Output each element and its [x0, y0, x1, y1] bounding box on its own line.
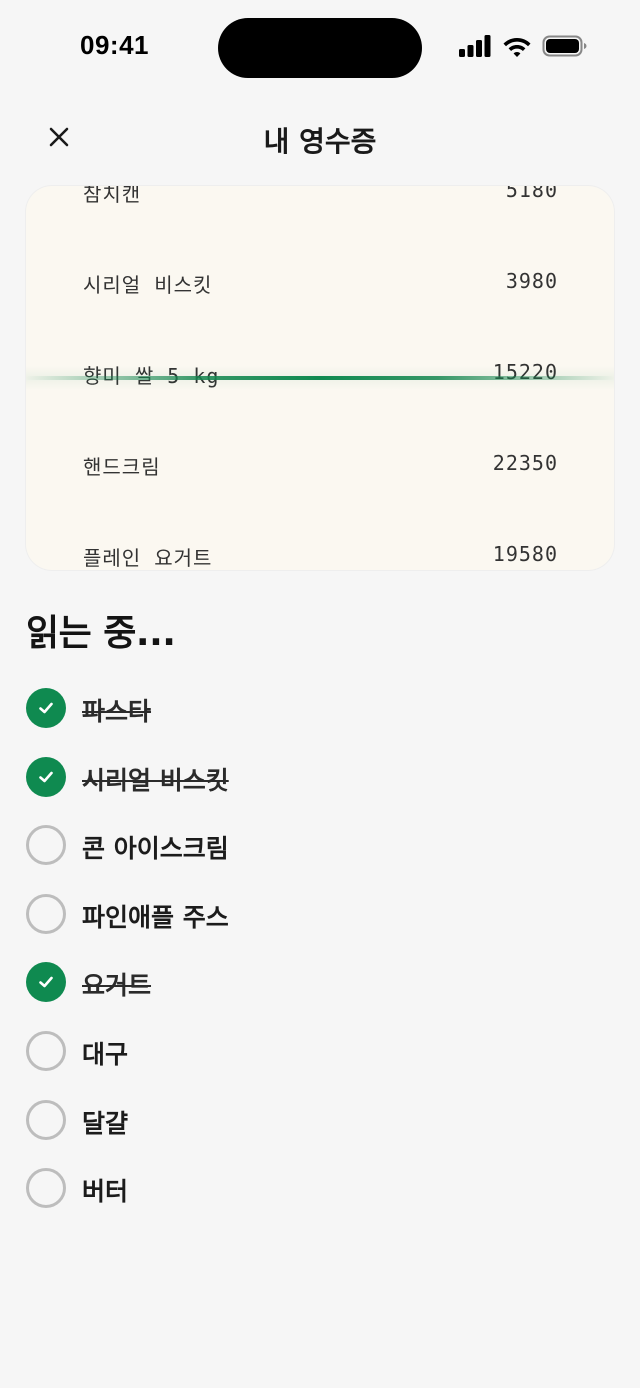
- wifi-icon: [503, 38, 531, 57]
- status-time: 09:41: [80, 30, 149, 60]
- check-item[interactable]: 파인애플 주스: [26, 893, 586, 963]
- check-item[interactable]: 콘 아이스크림: [26, 825, 586, 894]
- checkmark-icon: [39, 771, 53, 782]
- check-label: 버터: [82, 1177, 129, 1207]
- check-item[interactable]: 요거트: [26, 962, 586, 1031]
- check-circle-checked[interactable]: [26, 688, 66, 728]
- check-label: 시리얼 비스킷: [82, 765, 229, 795]
- check-circle-checked[interactable]: [26, 756, 66, 797]
- receipt-item-name: 시리얼 비스킷: [83, 273, 213, 297]
- check-item[interactable]: 대구: [26, 1030, 586, 1100]
- check-label: 콘 아이스크림: [82, 834, 229, 864]
- check-label: 요거트: [82, 971, 152, 1001]
- signal-icon: [459, 35, 491, 57]
- receipt-row: 시리얼 비스킷 3980: [26, 261, 614, 301]
- checkmark-icon: [39, 702, 53, 714]
- receipt-item-price: 19580: [492, 542, 558, 566]
- check-circle-unchecked[interactable]: [26, 1168, 66, 1209]
- page-title: 내 영수증: [263, 125, 377, 158]
- nav-header: 내 영수증: [0, 104, 640, 170]
- check-item[interactable]: 파스타: [26, 688, 586, 757]
- battery-icon: [542, 35, 587, 57]
- reading-heading: 읽는 중...: [26, 613, 176, 654]
- check-circle-unchecked[interactable]: [26, 825, 66, 866]
- receipt-row: 플레인 요거트 19580: [26, 534, 614, 570]
- receipt-item-price: 22350: [492, 451, 558, 475]
- receipt-row: 참치캔 5180: [26, 186, 614, 210]
- receipt-item-price: 5180: [505, 186, 558, 202]
- status-bar: 09:41: [0, 0, 640, 96]
- checklist: 파스타 시리얼 비스킷 콘 아이스크림 파인애플 주스 요거트 대구 달걀 버터: [26, 688, 586, 1237]
- check-item[interactable]: 시리얼 비스킷: [26, 756, 586, 826]
- check-label: 파인애플 주스: [82, 902, 229, 932]
- receipt-item-name: 플레인 요거트: [83, 546, 213, 570]
- receipt-row: 핸드크림 22350: [26, 443, 614, 483]
- check-label: 파스타: [82, 697, 152, 726]
- check-label: 대구: [82, 1039, 129, 1069]
- receipt-card: 참치캔 5180 시리얼 비스킷 3980 향미 쌀 5 kg 15220 핸드…: [26, 186, 614, 570]
- receipt-item-price: 3980: [505, 269, 558, 293]
- check-circle-unchecked[interactable]: [26, 1099, 66, 1140]
- scan-line: [26, 376, 614, 380]
- receipt-item-name: 참치캔: [83, 186, 142, 206]
- check-item[interactable]: 버터: [26, 1168, 586, 1237]
- dynamic-island: [218, 18, 422, 78]
- check-item[interactable]: 달걀: [26, 1099, 586, 1169]
- check-circle-unchecked[interactable]: [26, 893, 66, 934]
- check-circle-checked[interactable]: [26, 962, 66, 1003]
- checkmark-icon: [39, 977, 53, 988]
- status-icons: [458, 34, 590, 60]
- check-label: 달걀: [82, 1108, 129, 1138]
- receipt-item-name: 핸드크림: [83, 455, 161, 479]
- check-circle-unchecked[interactable]: [26, 1030, 66, 1071]
